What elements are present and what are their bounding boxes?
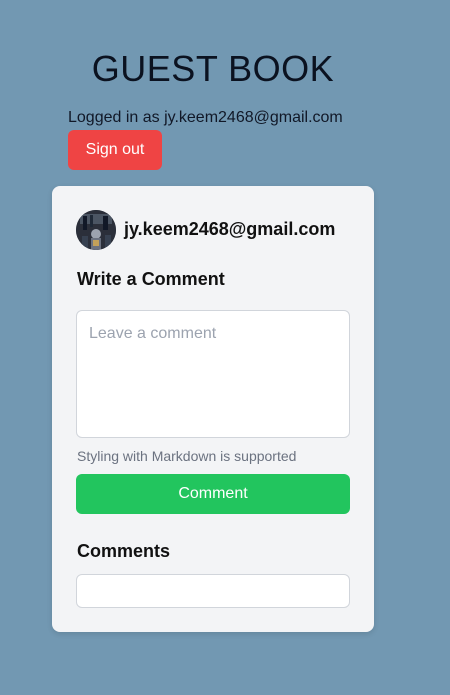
write-comment-heading: Write a Comment [77,269,225,289]
page-title: GUEST BOOK [91,48,335,89]
guestbook-card: jy.keem2468@gmail.com Write a Comment St… [52,186,374,632]
comments-heading: Comments [77,541,171,561]
comments-list [76,574,350,608]
markdown-hint: Styling with Markdown is supported [77,448,297,464]
sign-out-button[interactable]: Sign out [68,130,162,170]
comment-button[interactable]: Comment [76,474,350,514]
comment-input[interactable] [76,310,350,438]
user-email: jy.keem2468@gmail.com [124,219,336,239]
avatar [76,210,116,250]
user-avatar-image [76,210,116,250]
logged-in-status: Logged in as jy.keem2468@gmail.com [68,109,343,126]
